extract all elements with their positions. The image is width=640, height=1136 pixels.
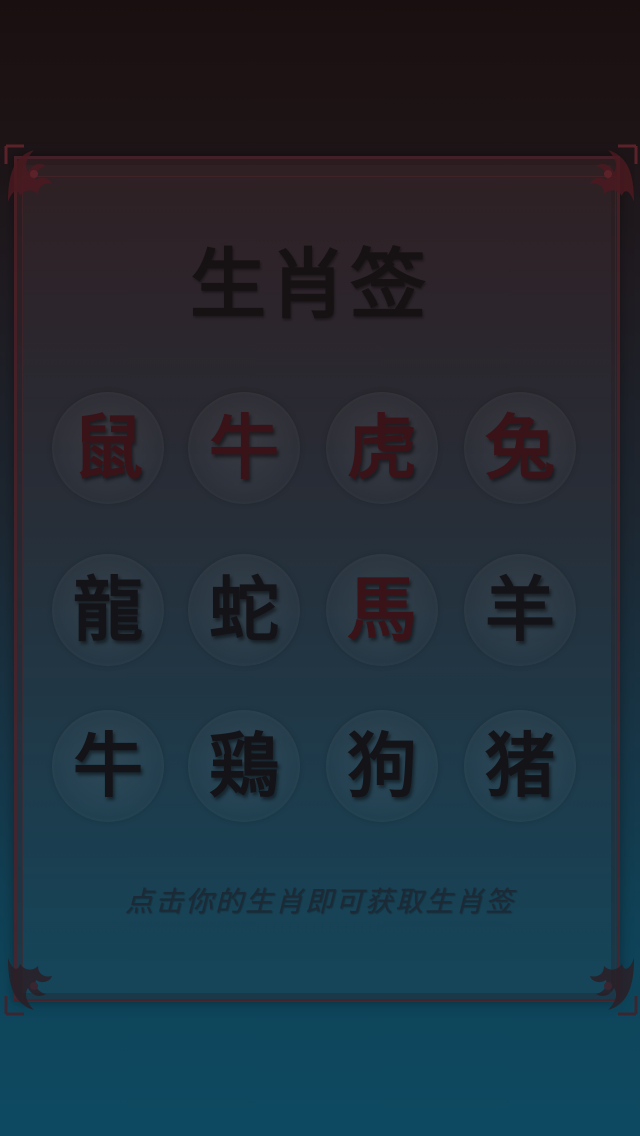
ornament-corner-icon: [4, 144, 66, 206]
ornament-corner-icon: [4, 954, 66, 1016]
zodiac-label: 鶏: [209, 724, 279, 807]
zodiac-label: 牛: [73, 724, 143, 807]
zodiac-grid: 鼠 牛 虎 兔 龍 蛇 馬 羊 牛 鶏 狗 猪: [40, 392, 600, 832]
zodiac-label: 牛: [209, 406, 279, 489]
zodiac-button-dragon[interactable]: 龍: [52, 554, 164, 666]
zodiac-label: 狗: [347, 724, 417, 807]
page-title: 生肖签: [190, 240, 430, 329]
zodiac-label: 猪: [485, 724, 555, 807]
zodiac-button-rabbit[interactable]: 兔: [464, 392, 576, 504]
zodiac-button-ox[interactable]: 牛: [188, 392, 300, 504]
zodiac-button-tiger[interactable]: 虎: [326, 392, 438, 504]
zodiac-label: 龍: [73, 568, 143, 651]
zodiac-button-rat[interactable]: 鼠: [52, 392, 164, 504]
zodiac-button-pig[interactable]: 猪: [464, 710, 576, 822]
zodiac-button-goat[interactable]: 羊: [464, 554, 576, 666]
zodiac-button-dog[interactable]: 狗: [326, 710, 438, 822]
ornament-corner-icon: [576, 144, 638, 206]
zodiac-label: 羊: [485, 568, 555, 651]
zodiac-label: 蛇: [209, 568, 279, 651]
zodiac-label: 虎: [347, 406, 417, 489]
zodiac-label: 鼠: [73, 406, 143, 489]
ornament-corner-icon: [576, 954, 638, 1016]
zodiac-button-rooster[interactable]: 鶏: [188, 710, 300, 822]
zodiac-label: 兔: [485, 406, 555, 489]
zodiac-label: 馬: [347, 568, 417, 651]
zodiac-button-horse[interactable]: 馬: [326, 554, 438, 666]
instruction-text: 点击你的生肖即可获取生肖签: [124, 885, 515, 918]
zodiac-button-snake[interactable]: 蛇: [188, 554, 300, 666]
zodiac-button-monkey[interactable]: 牛: [52, 710, 164, 822]
